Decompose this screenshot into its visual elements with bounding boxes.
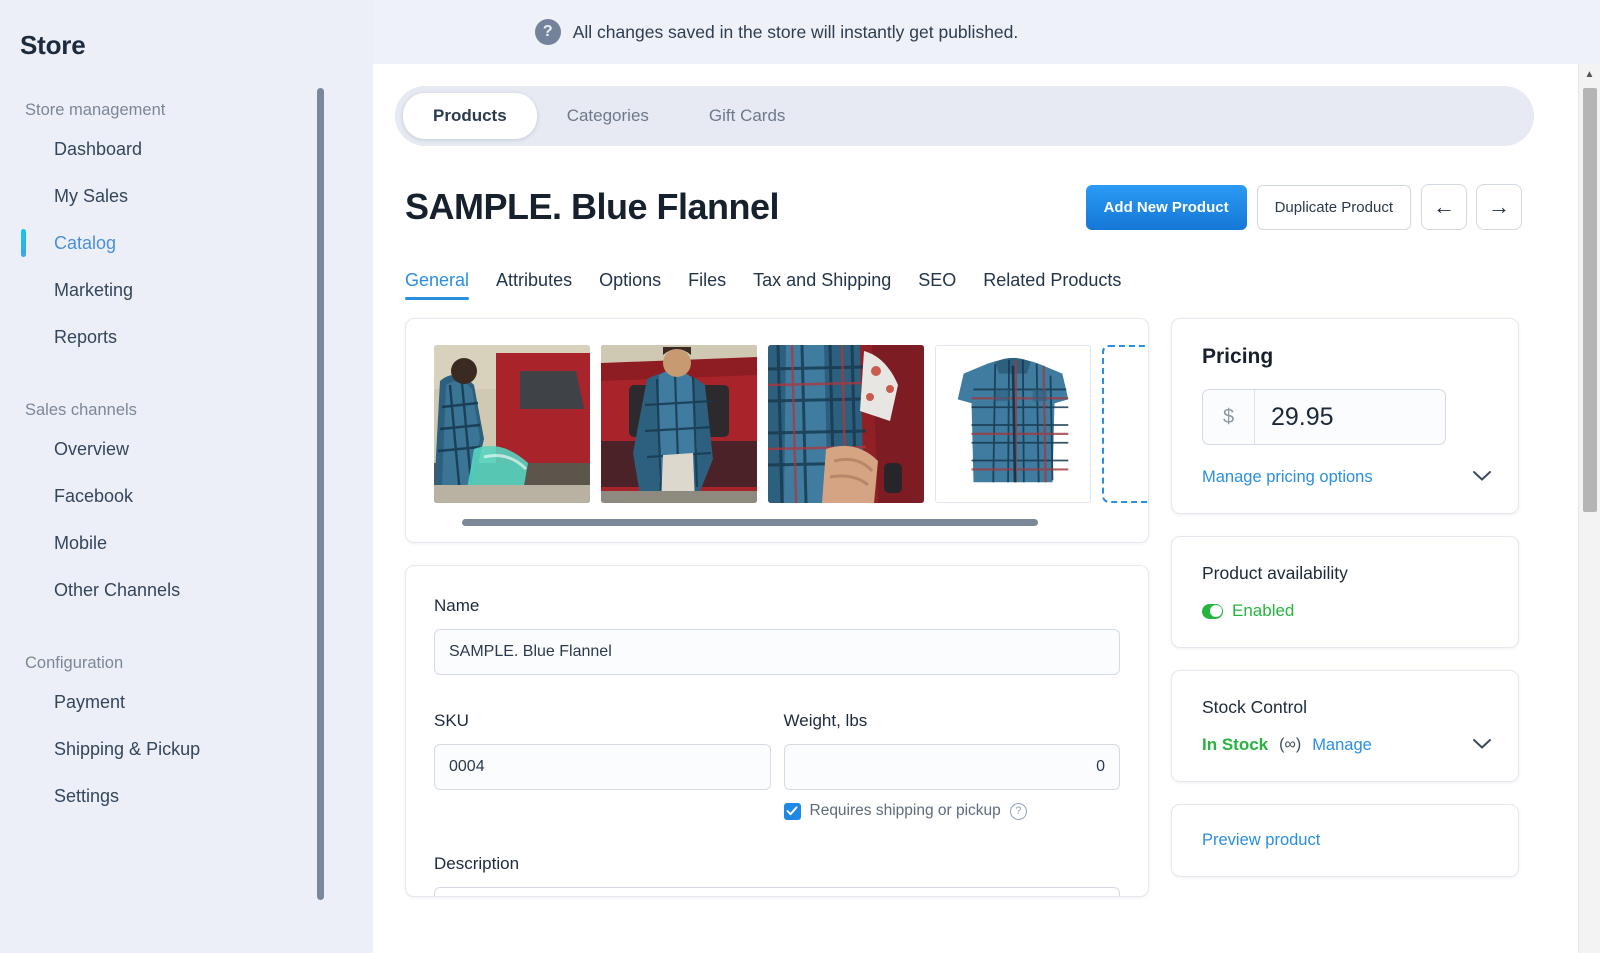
page-title: SAMPLE. Blue Flannel	[405, 186, 780, 227]
description-editor-toolbar[interactable]: ↶ B I U S ▯ ▯ 🔗 ▦ A ■ ↑	[434, 887, 1120, 896]
weight-field-label: Weight, lbs	[783, 711, 868, 730]
sku-input[interactable]	[434, 744, 771, 790]
tab-categories[interactable]: Categories	[537, 93, 679, 139]
pricing-title: Pricing	[1202, 345, 1274, 368]
product-tab-bar: General Attributes Options Files Tax and Shi…	[405, 270, 1522, 300]
product-tab-attributes[interactable]: Attributes	[496, 270, 572, 300]
scroll-up-arrow-icon[interactable]: ▲	[1579, 64, 1600, 84]
sidebar-item-label: Mobile	[54, 533, 108, 553]
requires-shipping-checkbox[interactable]	[783, 802, 801, 820]
stock-control-title: Stock Control	[1202, 697, 1308, 717]
stock-quantity-label: (∞)	[1279, 736, 1302, 753]
help-icon[interactable]: ?	[534, 19, 561, 45]
app-root: Store Store management Dashboard My Sales C…	[0, 0, 1600, 953]
page-header: SAMPLE. Blue Flannel Add New Product Dup…	[405, 184, 1522, 230]
sidebar-item-label: Facebook	[54, 486, 134, 506]
page-content: SAMPLE. Blue Flannel Add New Product Dup…	[373, 146, 1556, 899]
product-tab-seo[interactable]: SEO	[918, 270, 956, 300]
sidebar-item-label: My Sales	[54, 186, 129, 206]
manage-pricing-row[interactable]: Manage pricing options	[1202, 467, 1492, 487]
banner-text: All changes saved in the store will inst…	[572, 21, 1019, 42]
main-scroll-area: Products Categories Gift Cards SAMPLE. Blu…	[373, 64, 1556, 953]
preview-product-link[interactable]: Preview product	[1202, 831, 1320, 849]
gallery-horizontal-scrollbar[interactable]	[462, 519, 1038, 526]
thumbnail-image-3	[768, 345, 924, 503]
sidebar-scrollbar[interactable]	[317, 88, 324, 900]
product-tab-related-products[interactable]: Related Products	[983, 270, 1121, 300]
tab-gift-cards[interactable]: Gift Cards	[679, 93, 816, 139]
tab-products[interactable]: Products	[403, 93, 537, 139]
availability-status-label: Enabled	[1232, 601, 1295, 620]
product-tab-tax-and-shipping[interactable]: Tax and Shipping	[753, 270, 891, 300]
sidebar: Store Store management Dashboard My Sales C…	[0, 0, 373, 953]
scrollbar-thumb[interactable]	[1583, 88, 1597, 512]
sidebar-item-label: Overview	[54, 439, 130, 459]
sku-field: SKU	[434, 711, 771, 820]
thumbnail-image-1	[434, 345, 590, 503]
requires-shipping-label: Requires shipping or pickup	[809, 802, 1001, 819]
top-tab-bar: Products Categories Gift Cards	[395, 86, 1534, 146]
weight-input[interactable]	[783, 744, 1120, 790]
availability-title: Product availability	[1202, 563, 1348, 583]
product-general-form: Name SKU Weight, lbs	[405, 565, 1149, 897]
thumbnail-image-2	[601, 345, 757, 503]
main-panel: Products Categories Gift Cards SAMPLE. Blu…	[373, 64, 1600, 953]
sidebar-item-label: Payment	[54, 692, 126, 712]
manage-pricing-options-link[interactable]: Manage pricing options	[1202, 468, 1373, 487]
availability-status-row[interactable]: Enabled	[1202, 601, 1492, 621]
sku-weight-row: SKU Weight, lbs	[434, 711, 1120, 820]
sidebar-item-label: Catalog	[54, 233, 117, 253]
thumbnail-image-4	[936, 346, 1090, 502]
stock-control-panel: Stock Control In Stock (∞) Manage	[1171, 670, 1519, 782]
right-column: Pricing $ 29.95 Manage pricing options P…	[1171, 318, 1519, 899]
sidebar-item-label: Other Channels	[54, 580, 181, 600]
left-column: Up Name SKU	[405, 318, 1149, 899]
product-body: Up Name SKU	[405, 318, 1522, 899]
product-thumbnail[interactable]	[768, 345, 924, 503]
description-field-label: Description	[434, 854, 520, 873]
product-image-gallery: Up	[405, 318, 1149, 543]
top-banner: ? All changes saved in the store will in…	[373, 0, 1600, 64]
pricing-panel: Pricing $ 29.95 Manage pricing options	[1171, 318, 1519, 514]
product-thumbnail[interactable]	[434, 345, 590, 503]
sidebar-item-label: Reports	[54, 327, 118, 347]
chevron-down-icon[interactable]	[1472, 467, 1492, 487]
next-product-arrow-icon[interactable]: →	[1476, 184, 1522, 230]
stock-status-label: In Stock	[1202, 735, 1269, 754]
page-vertical-scrollbar[interactable]: ▲	[1578, 64, 1600, 953]
chevron-down-glyph	[1473, 471, 1491, 481]
availability-toggle[interactable]	[1202, 603, 1223, 619]
stock-chevron-down-icon[interactable]	[1472, 735, 1492, 755]
product-thumbnail[interactable]	[601, 345, 757, 503]
product-thumbnail[interactable]	[935, 345, 1091, 503]
checkmark-icon	[786, 806, 798, 816]
product-tab-options[interactable]: Options	[599, 270, 661, 300]
sku-field-label: SKU	[434, 711, 469, 730]
stock-status-row: In Stock (∞) Manage	[1202, 735, 1492, 755]
currency-symbol: $	[1203, 390, 1255, 444]
name-field-label: Name	[434, 596, 480, 615]
store-title: Store	[20, 30, 86, 60]
manage-stock-link[interactable]: Manage	[1312, 736, 1372, 755]
requires-shipping-help-icon[interactable]: ?	[1009, 802, 1027, 820]
sidebar-item-label: Dashboard	[54, 139, 143, 159]
sidebar-item-label: Settings	[54, 786, 120, 806]
requires-shipping-row[interactable]: Requires shipping or pickup ?	[783, 802, 1121, 820]
thumbnail-list: Up	[434, 345, 1148, 503]
duplicate-product-button[interactable]: Duplicate Product	[1256, 184, 1411, 230]
name-input[interactable]	[434, 629, 1120, 675]
preview-product-panel: Preview product	[1171, 804, 1519, 877]
price-value[interactable]: 29.95	[1255, 390, 1445, 444]
sidebar-item-label: Shipping & Pickup	[54, 739, 201, 759]
chevron-down-glyph	[1473, 739, 1491, 749]
previous-product-arrow-icon[interactable]: ←	[1421, 184, 1467, 230]
sidebar-item-label: Marketing	[54, 280, 134, 300]
add-new-product-button[interactable]: Add New Product	[1085, 184, 1247, 230]
product-tab-files[interactable]: Files	[688, 270, 726, 300]
product-tab-general[interactable]: General	[405, 270, 470, 300]
upload-images-dropzone[interactable]: Up	[1102, 345, 1148, 503]
weight-field: Weight, lbs Requires shipping	[783, 711, 1121, 820]
product-availability-panel: Product availability Enabled	[1171, 536, 1519, 648]
price-input-group[interactable]: $ 29.95	[1202, 389, 1446, 445]
